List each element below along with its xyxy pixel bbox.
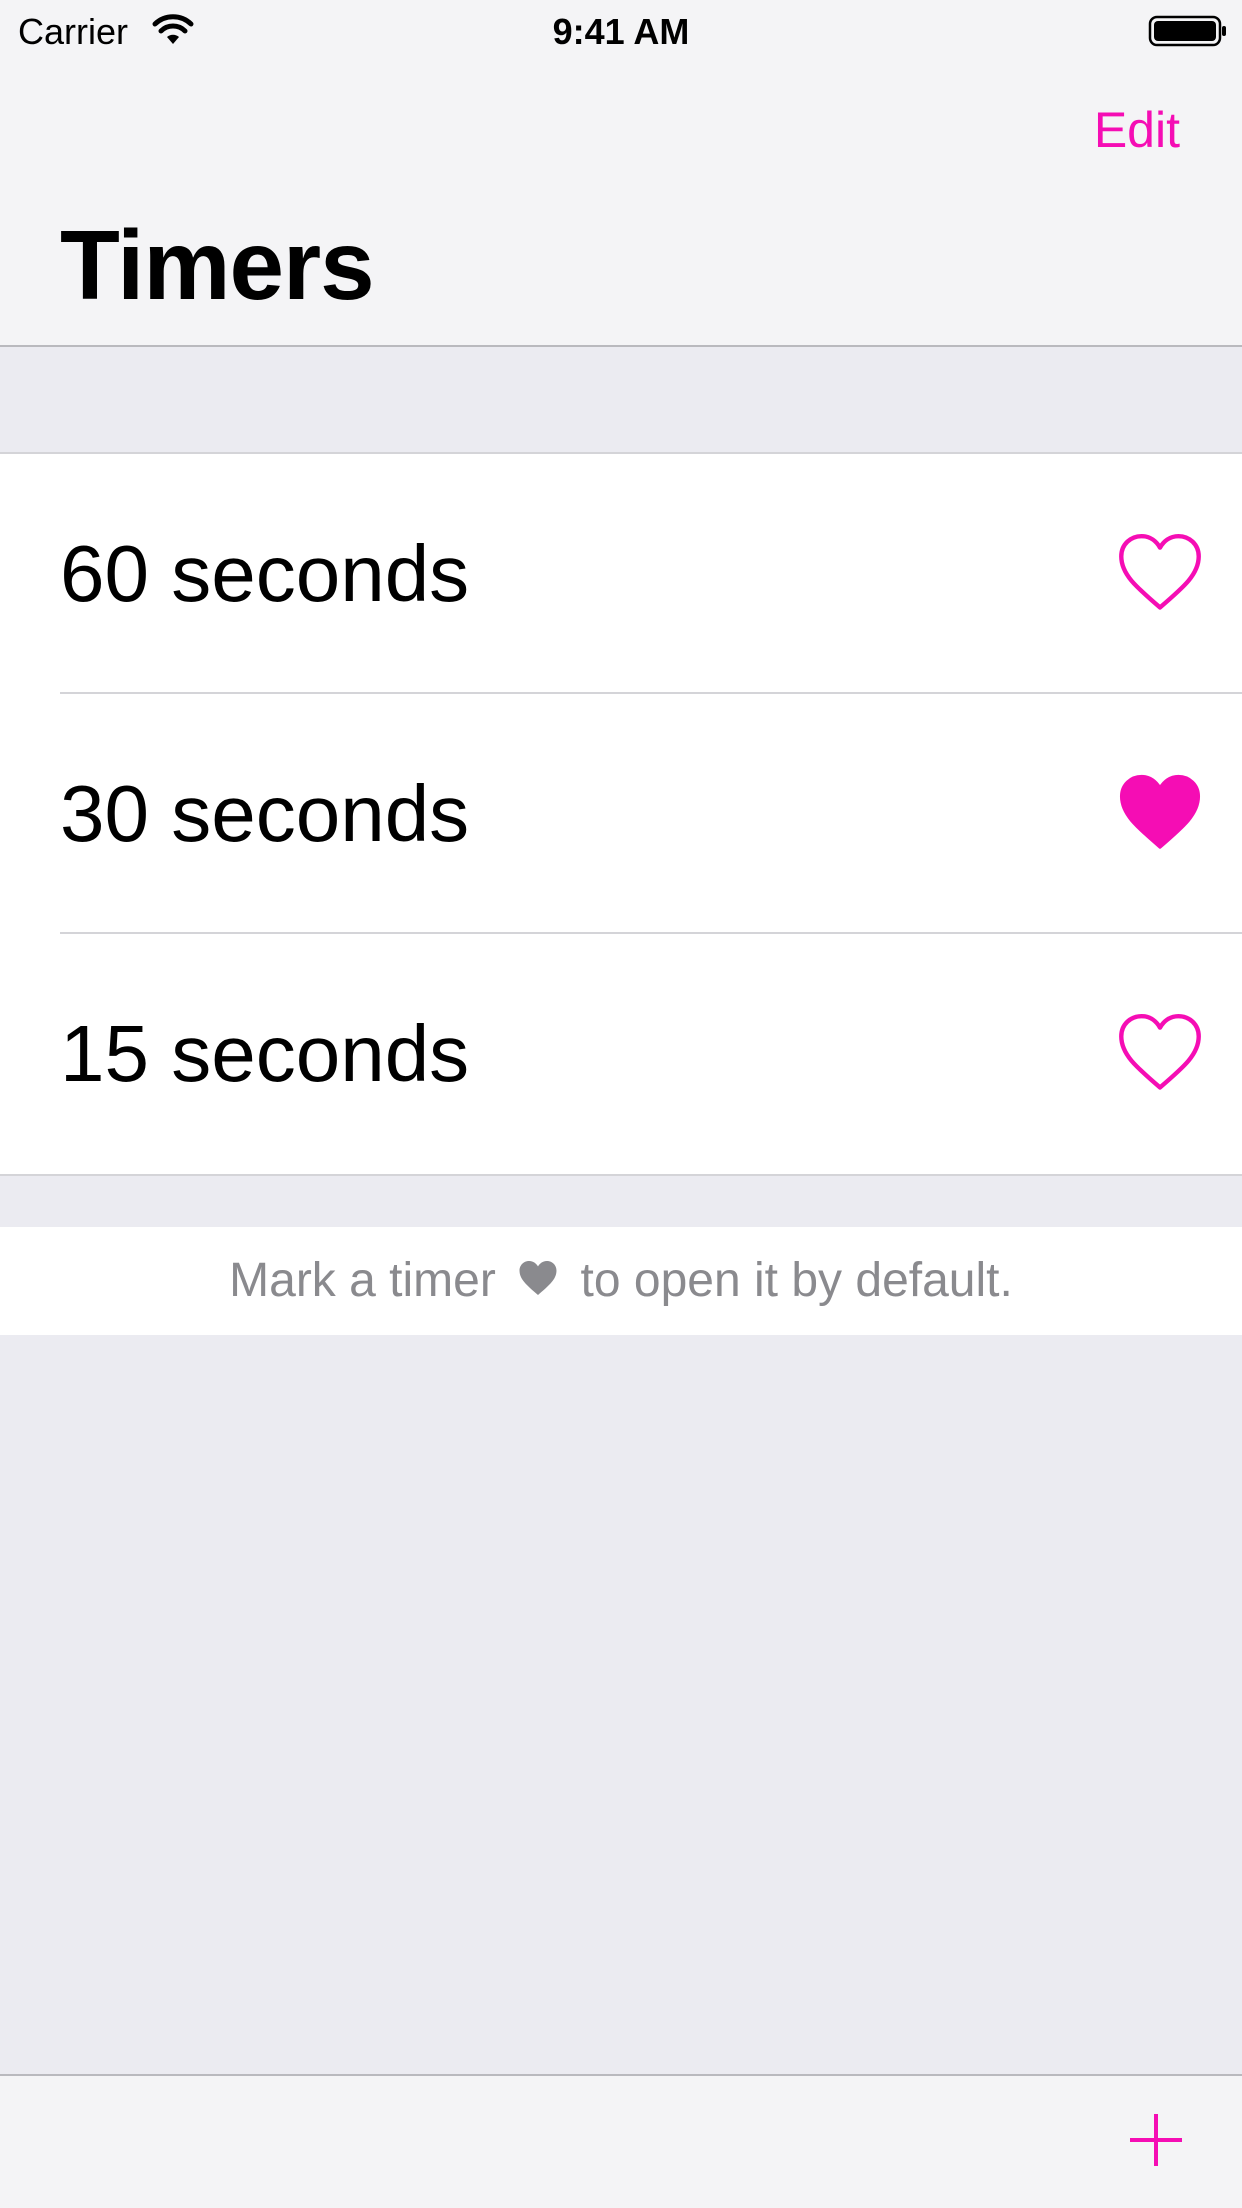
plus-icon[interactable] (1128, 2112, 1184, 2168)
heart-filled-icon[interactable] (1116, 770, 1204, 858)
status-bar: Carrier 9:41 AM (0, 0, 1242, 60)
timer-list: 60 seconds 30 seconds 15 seconds (0, 452, 1242, 1176)
navigation-bar: Edit Timers (0, 60, 1242, 347)
heart-outline-icon[interactable] (1116, 1010, 1204, 1098)
timer-row-15[interactable]: 15 seconds (0, 934, 1242, 1174)
footer-note-text-before: Mark a timer (229, 1254, 496, 1307)
timer-row-30[interactable]: 30 seconds (0, 694, 1242, 934)
bottom-toolbar (0, 2074, 1242, 2208)
edit-button[interactable]: Edit (1094, 100, 1180, 160)
heart-filled-icon (519, 1260, 557, 1295)
timer-label: 15 seconds (60, 1009, 470, 1098)
status-time: 9:41 AM (552, 11, 690, 52)
timer-row-60[interactable]: 60 seconds (0, 454, 1242, 694)
footer-note: Mark a timer to open it by default. (0, 1227, 1242, 1335)
timer-label: 30 seconds (60, 769, 470, 858)
footer-note-text-after: to open it by default. (580, 1254, 1013, 1307)
page-title: Timers (60, 210, 375, 320)
timer-label: 60 seconds (60, 529, 470, 618)
heart-outline-icon[interactable] (1116, 530, 1204, 618)
battery-full-icon (1148, 15, 1226, 47)
